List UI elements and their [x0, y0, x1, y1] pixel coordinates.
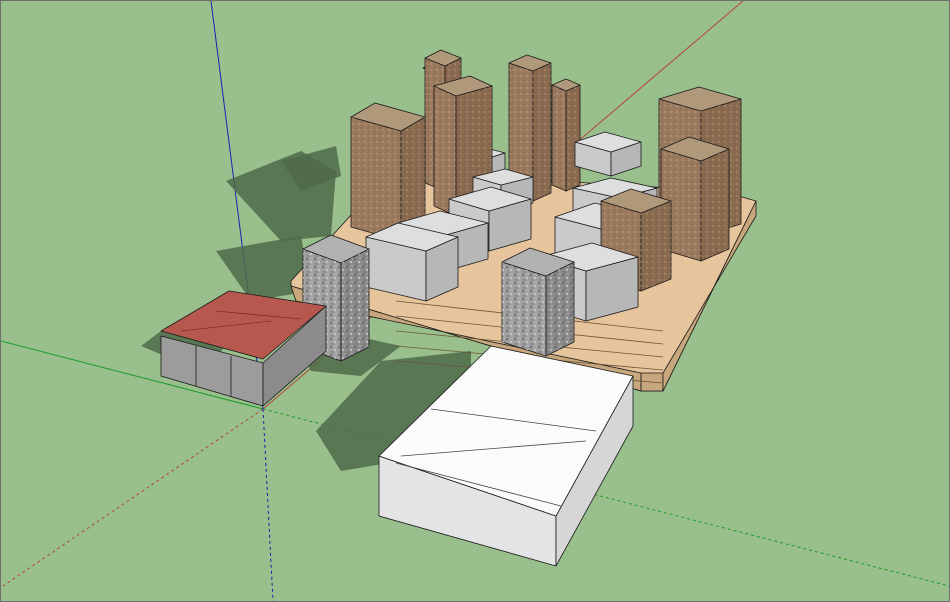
tower-c-left-texture	[552, 85, 566, 191]
stone-tower-2-left-texture	[502, 262, 546, 356]
tower-h-right-texture	[641, 201, 671, 291]
model-viewport[interactable]	[0, 0, 950, 602]
tower-f-left-texture	[351, 117, 401, 241]
stone-tower-1-right-texture	[341, 249, 369, 361]
tower-b-right-texture	[533, 63, 551, 201]
3d-scene[interactable]	[1, 1, 949, 601]
tower-d-left-texture	[434, 86, 456, 216]
tower-g-right-texture	[701, 149, 729, 261]
stone-tower-2-right-texture	[546, 262, 574, 356]
grey-front-2[interactable]	[365, 222, 459, 302]
tower-c-right-texture	[566, 85, 580, 191]
tower-c[interactable]	[551, 78, 581, 192]
stone-tower-2[interactable]	[501, 247, 575, 357]
